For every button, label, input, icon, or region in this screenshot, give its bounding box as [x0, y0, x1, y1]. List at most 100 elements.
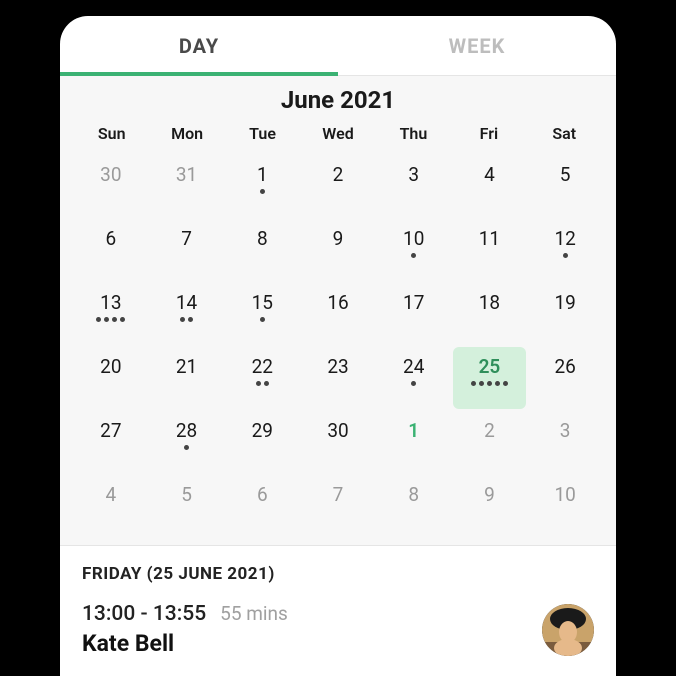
weekday-label: Sun	[74, 120, 149, 147]
day-cell[interactable]: 2	[301, 155, 375, 217]
day-cell[interactable]: 5	[150, 475, 224, 537]
event-dots	[180, 317, 193, 322]
day-cell[interactable]: 19	[528, 283, 602, 345]
event-dot	[256, 381, 261, 386]
avatar[interactable]	[542, 604, 594, 656]
day-cell[interactable]: 14	[150, 283, 224, 345]
day-cell[interactable]: 17	[377, 283, 451, 345]
day-number: 9	[333, 227, 344, 250]
event-dot	[120, 317, 125, 322]
day-cell[interactable]: 28	[150, 411, 224, 473]
day-cell[interactable]: 25	[453, 347, 527, 409]
event-dot	[188, 317, 193, 322]
day-cell[interactable]: 29	[225, 411, 299, 473]
event-info: 13:00 - 13:55 55 mins Kate Bell	[82, 602, 288, 657]
day-cell[interactable]: 8	[225, 219, 299, 281]
day-cell[interactable]: 30	[74, 155, 148, 217]
days-grid: 3031123456789101112131415161718192021222…	[74, 155, 602, 537]
day-cell[interactable]: 6	[74, 219, 148, 281]
day-number: 3	[560, 419, 571, 442]
day-cell[interactable]: 16	[301, 283, 375, 345]
weekday-label: Thu	[376, 120, 451, 147]
calendar-panel: June 2021 SunMonTueWedThuFriSat 30311234…	[60, 76, 616, 546]
day-number: 25	[479, 355, 501, 378]
event-dot	[471, 381, 476, 386]
day-cell[interactable]: 9	[453, 475, 527, 537]
day-cell[interactable]: 7	[150, 219, 224, 281]
event-person-name: Kate Bell	[82, 630, 288, 657]
event-duration: 55 mins	[220, 602, 288, 625]
day-cell[interactable]: 3	[528, 411, 602, 473]
day-number: 5	[181, 483, 192, 506]
event-dot	[487, 381, 492, 386]
day-cell[interactable]: 22	[225, 347, 299, 409]
weekday-label: Fri	[451, 120, 526, 147]
day-cell[interactable]: 7	[301, 475, 375, 537]
event-dot	[96, 317, 101, 322]
event-dots	[471, 381, 508, 386]
day-number: 26	[554, 355, 575, 378]
day-cell[interactable]: 11	[453, 219, 527, 281]
tab-week[interactable]: WEEK	[338, 16, 616, 75]
tab-day[interactable]: DAY	[60, 16, 338, 75]
day-number: 28	[176, 419, 197, 442]
event-dot	[411, 381, 416, 386]
event-dot	[563, 253, 568, 258]
event-dot	[264, 381, 269, 386]
calendar-card: DAY WEEK June 2021 SunMonTueWedThuFriSat…	[60, 16, 616, 676]
day-number: 29	[252, 419, 273, 442]
day-number: 23	[327, 355, 348, 378]
day-number: 6	[257, 483, 268, 506]
day-cell[interactable]: 2	[453, 411, 527, 473]
day-cell[interactable]: 8	[377, 475, 451, 537]
weekday-label: Sat	[527, 120, 602, 147]
day-cell[interactable]: 13	[74, 283, 148, 345]
day-cell[interactable]: 4	[74, 475, 148, 537]
event-dots	[260, 317, 265, 322]
day-cell[interactable]: 1	[225, 155, 299, 217]
day-cell[interactable]: 15	[225, 283, 299, 345]
event-dots	[563, 253, 568, 258]
day-number: 27	[100, 419, 121, 442]
day-number: 21	[176, 355, 197, 378]
day-cell[interactable]: 9	[301, 219, 375, 281]
day-cell[interactable]: 31	[150, 155, 224, 217]
day-cell[interactable]: 12	[528, 219, 602, 281]
day-cell[interactable]: 21	[150, 347, 224, 409]
day-number: 2	[333, 163, 344, 186]
day-cell[interactable]: 18	[453, 283, 527, 345]
day-cell[interactable]: 1	[377, 411, 451, 473]
day-number: 18	[479, 291, 500, 314]
day-cell[interactable]: 4	[453, 155, 527, 217]
day-cell[interactable]: 23	[301, 347, 375, 409]
day-number: 11	[479, 227, 500, 250]
event-dot	[184, 445, 189, 450]
day-cell[interactable]: 3	[377, 155, 451, 217]
day-cell[interactable]: 10	[528, 475, 602, 537]
day-number: 24	[403, 355, 424, 378]
day-cell[interactable]: 6	[225, 475, 299, 537]
day-cell[interactable]: 26	[528, 347, 602, 409]
day-number: 22	[252, 355, 273, 378]
day-cell[interactable]: 30	[301, 411, 375, 473]
selected-date-header: FRIDAY (25 JUNE 2021)	[82, 564, 594, 584]
day-cell[interactable]: 5	[528, 155, 602, 217]
weekday-label: Mon	[149, 120, 224, 147]
event-dot	[180, 317, 185, 322]
event-dots	[411, 381, 416, 386]
day-number: 16	[327, 291, 348, 314]
day-number: 7	[333, 483, 344, 506]
day-cell[interactable]: 27	[74, 411, 148, 473]
event-time-line: 13:00 - 13:55 55 mins	[82, 602, 288, 626]
day-number: 10	[554, 483, 575, 506]
day-number: 1	[408, 419, 419, 442]
day-number: 30	[100, 163, 121, 186]
day-number: 10	[403, 227, 424, 250]
event-dots	[96, 317, 125, 322]
day-number: 2	[484, 419, 495, 442]
day-cell[interactable]: 10	[377, 219, 451, 281]
event-row[interactable]: 13:00 - 13:55 55 mins Kate Bell	[82, 602, 594, 657]
day-cell[interactable]: 20	[74, 347, 148, 409]
day-cell[interactable]: 24	[377, 347, 451, 409]
day-number: 12	[554, 227, 575, 250]
